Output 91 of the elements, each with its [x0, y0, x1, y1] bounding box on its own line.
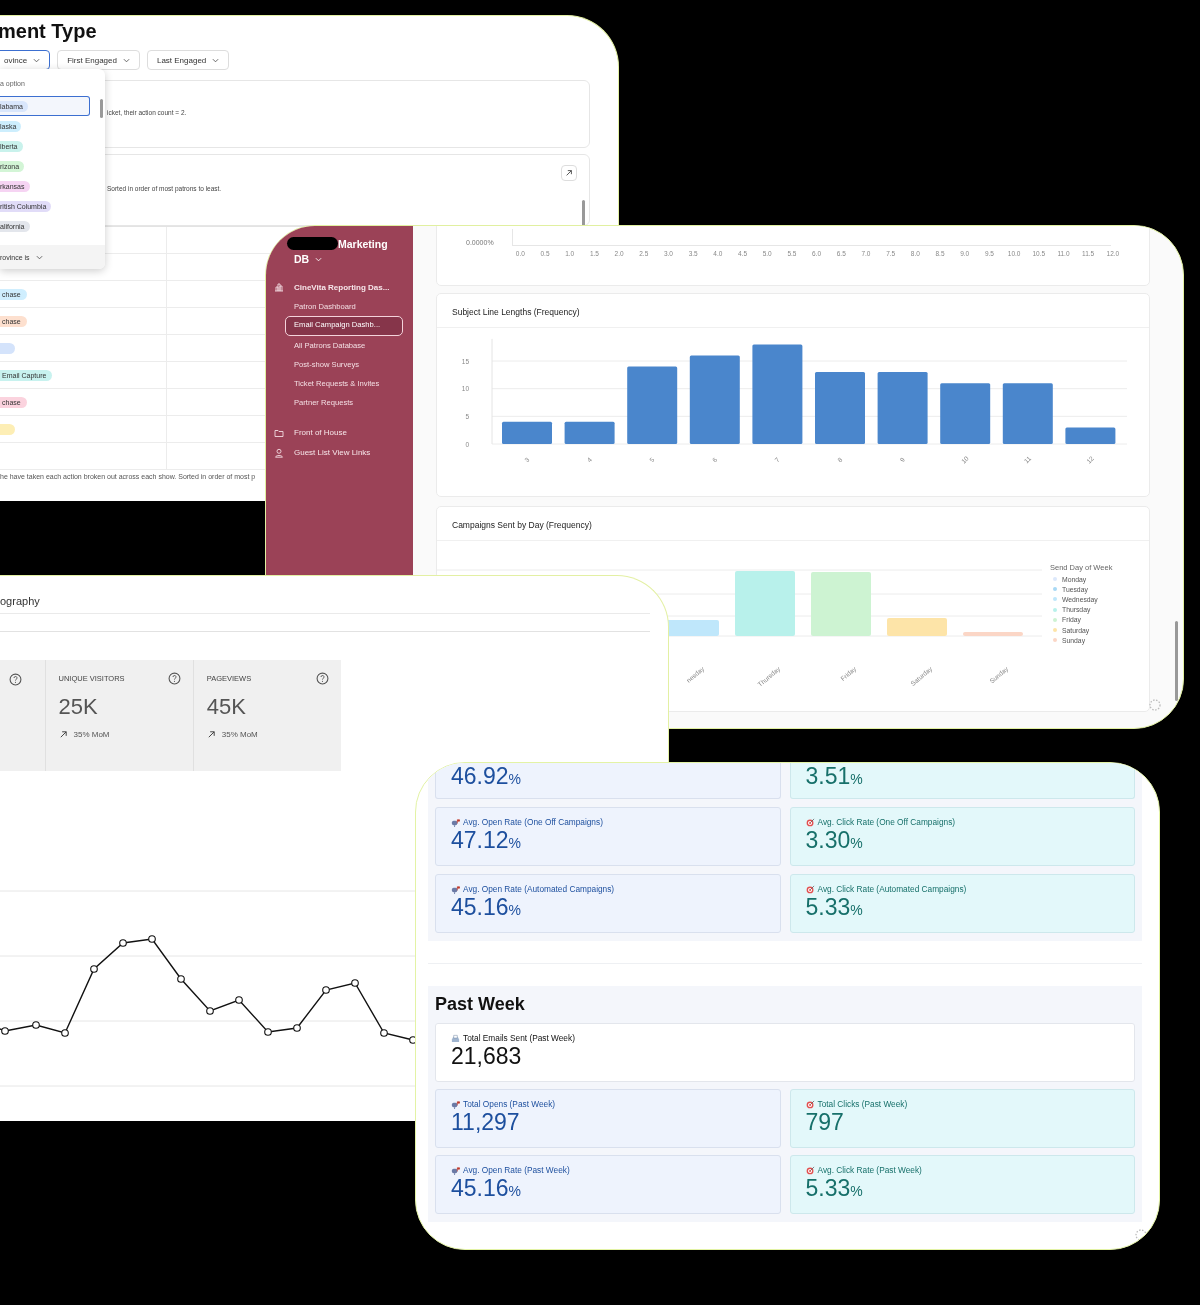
- stat-value: 45K: [206, 694, 247, 720]
- stat-value: 25K: [58, 694, 99, 720]
- building-icon: [274, 282, 284, 292]
- caret-icon: [33, 57, 41, 63]
- chart-title: Subject Line Lengths (Frequency): [437, 294, 1149, 328]
- arrow-up-right-icon: [58, 730, 68, 739]
- help-icon[interactable]: [9, 673, 22, 686]
- metric-value: 797: [805, 1109, 845, 1135]
- caret-icon: [212, 57, 220, 63]
- help-icon[interactable]: [167, 672, 181, 685]
- inbox-tray-icon: [451, 1033, 460, 1043]
- data-point: [264, 1028, 272, 1036]
- data-point: [61, 1029, 69, 1037]
- metric-value: 5.33%: [805, 894, 864, 922]
- nav-item[interactable]: Guest List View Links: [294, 448, 371, 458]
- chart-title: Campaigns Sent by Day (Frequency): [437, 507, 1149, 541]
- loading-spinner-icon: [1135, 1229, 1147, 1241]
- expand-button[interactable]: [561, 165, 577, 181]
- target-icon: [805, 884, 815, 894]
- metric-label: Avg. Open Rate (One Off Campaigns): [463, 817, 603, 827]
- metric-value: 46.92%: [451, 763, 522, 791]
- mailbox-icon: [451, 817, 460, 827]
- mailbox-icon: [451, 884, 460, 894]
- metric-label: Avg. Click Rate (Automated Campaigns): [817, 884, 967, 894]
- filter-dropdown[interactable]: ovince: [0, 50, 51, 70]
- metric-label: Avg. Click Rate (Past Week): [817, 1165, 922, 1175]
- mailbox-icon: [451, 1165, 460, 1175]
- stat-change: 35% MoM: [73, 730, 110, 739]
- workspace-switcher[interactable]: DB: [294, 253, 323, 265]
- data-point: [90, 965, 98, 973]
- data-point: [293, 1024, 301, 1032]
- bar: [815, 372, 865, 444]
- data-point: [206, 1007, 214, 1015]
- scrollbar-thumb[interactable]: [100, 99, 103, 118]
- metric-value: 21,683: [451, 1043, 523, 1069]
- bar: [811, 572, 871, 636]
- bar: [963, 632, 1023, 636]
- bar: [564, 421, 615, 444]
- metric-label: Avg. Open Rate (Automated Campaigns): [463, 884, 615, 894]
- metric-label: Avg. Click Rate (One Off Campaigns): [817, 817, 956, 827]
- bar: [940, 383, 991, 444]
- bar: [1065, 427, 1116, 444]
- metric-value: 3.30%: [805, 827, 864, 855]
- arrow-up-right-icon: [206, 730, 216, 739]
- metric-label: Total Emails Sent (Past Week): [463, 1033, 575, 1043]
- data-point: [148, 935, 156, 943]
- data-point: [380, 1029, 388, 1037]
- metric-value: 11,297: [451, 1109, 521, 1135]
- data-point: [32, 1021, 40, 1029]
- caret-icon: [35, 254, 43, 260]
- nav-item[interactable]: CineVita Reporting Das...: [294, 282, 390, 292]
- section-title: ography: [0, 594, 41, 607]
- folder-icon: [274, 427, 284, 438]
- metric-value: 5.33%: [805, 1175, 864, 1203]
- brand-name: Marketing: [338, 237, 388, 250]
- bar: [877, 372, 928, 444]
- help-icon[interactable]: [316, 672, 329, 685]
- metric-label: Avg. Open Rate (Past Week): [463, 1165, 570, 1175]
- diagonal-arrow-icon: [565, 169, 573, 177]
- data-point: [119, 939, 127, 947]
- loading-spinner-icon: [1149, 699, 1161, 711]
- data-point: [235, 996, 243, 1004]
- mailbox-icon: [451, 1099, 460, 1109]
- data-point: [177, 975, 185, 983]
- scrollbar-thumb[interactable]: [1175, 621, 1178, 701]
- bar: [735, 571, 795, 636]
- bar: [1002, 383, 1053, 444]
- data-point: [322, 986, 330, 994]
- metric-value: 47.12%: [451, 827, 522, 855]
- bar: [887, 618, 947, 636]
- redaction-block: [287, 237, 338, 250]
- filter-dropdown[interactable]: First Engaged: [57, 50, 140, 70]
- person-icon: [274, 447, 284, 458]
- target-icon: [805, 1099, 815, 1109]
- nav-item[interactable]: Front of House: [294, 428, 347, 438]
- caret-icon: [122, 57, 130, 63]
- stat-change: 35% MoM: [221, 730, 258, 739]
- data-point: [351, 979, 359, 987]
- bar: [502, 421, 552, 444]
- scrollbar-thumb[interactable]: [582, 200, 585, 227]
- target-icon: [805, 817, 815, 827]
- metric-value: 45.16%: [451, 1175, 522, 1203]
- page-title: ment Type: [0, 19, 98, 44]
- filter-dropdown[interactable]: Last Engaged: [146, 50, 230, 70]
- section-title: Past Week: [435, 994, 526, 1015]
- target-icon: [805, 1165, 815, 1175]
- caret-icon: [315, 256, 323, 262]
- metric-label: Total Clicks (Past Week): [817, 1099, 908, 1109]
- metric-label: Total Opens (Past Week): [463, 1099, 556, 1109]
- metric-value: 3.51%: [805, 763, 864, 791]
- metric-value: 45.16%: [451, 894, 522, 922]
